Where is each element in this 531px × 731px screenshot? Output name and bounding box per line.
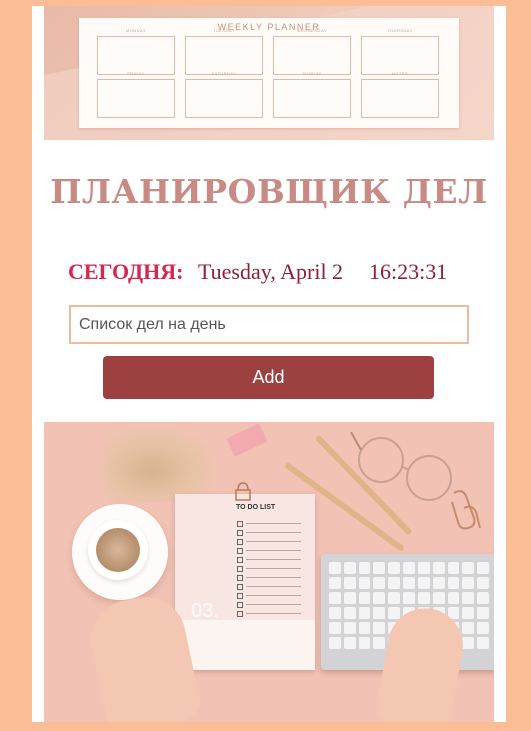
coffee	[96, 528, 140, 572]
planner-day-cell: SATURDAY	[185, 71, 263, 118]
notebook-title: TO DO LIST	[236, 504, 276, 511]
today-label: СЕГОДНЯ:	[68, 259, 184, 284]
planner-day-cell: WEDNESDAY	[273, 28, 351, 75]
dried-plant	[104, 422, 224, 502]
add-button[interactable]: Add	[103, 356, 434, 399]
glasses-icon	[350, 432, 452, 501]
planner-header-image: WEEKLY PLANNER MONDAY TUESDAY WEDNESDAY …	[44, 6, 494, 140]
current-time: 16:23:31	[369, 259, 448, 284]
planner-day-cell: NOTES	[361, 71, 439, 118]
weekly-planner-sheet: WEEKLY PLANNER MONDAY TUESDAY WEDNESDAY …	[79, 18, 459, 128]
planner-day-cell: THURSDAY	[361, 28, 439, 75]
planner-day-cell: SUNDAY	[273, 71, 351, 118]
app-card: WEEKLY PLANNER MONDAY TUESDAY WEDNESDAY …	[32, 6, 506, 722]
desk-photo: TO DO LIST 03.	[44, 422, 494, 722]
planner-day-cell: MONDAY	[97, 28, 175, 75]
notebook-number: 03.	[191, 600, 219, 622]
todo-notebook: TO DO LIST 03.	[175, 482, 315, 670]
binder-clip-icon	[235, 482, 251, 501]
today-date: Tuesday, April 2	[198, 259, 344, 284]
paper-clip-icon	[451, 490, 481, 530]
task-input[interactable]	[69, 305, 469, 344]
page-title: ПЛАНИРОВЩИК ДЕЛ	[50, 172, 488, 211]
eraser	[226, 423, 268, 457]
planner-day-cell: FRIDAY	[97, 71, 175, 118]
planner-day-cell: TUESDAY	[185, 28, 263, 75]
